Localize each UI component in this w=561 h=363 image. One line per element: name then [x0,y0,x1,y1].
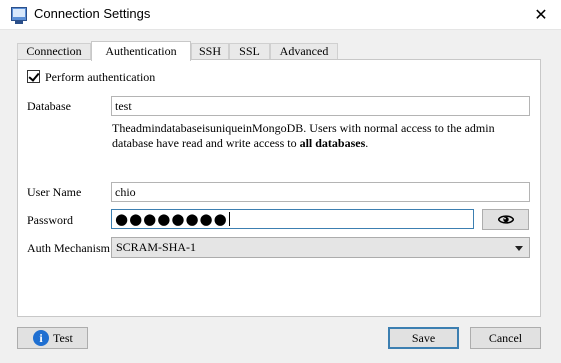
app-icon [11,7,27,21]
show-password-button[interactable] [482,209,529,230]
auth-mechanism-select[interactable]: SCRAM-SHA-1 [111,237,530,258]
eye-icon [498,215,514,224]
auth-mechanism-value: SCRAM-SHA-1 [116,240,197,254]
note-end: . [365,136,369,150]
password-input[interactable]: ●●●●●●●● [111,209,474,229]
save-button[interactable]: Save [388,327,459,349]
username-input[interactable]: chio [111,182,530,202]
tab-advanced[interactable]: Advanced [270,43,338,60]
database-input[interactable]: test [111,96,530,116]
window-title: Connection Settings [34,6,151,21]
tab-ssl[interactable]: SSL [229,43,270,60]
tab-authentication[interactable]: Authentication [91,41,191,61]
test-button-label: Test [53,331,73,345]
close-icon[interactable]: ✕ [527,2,555,28]
cancel-button[interactable]: Cancel [470,327,541,349]
info-icon: i [33,330,49,346]
database-label: Database [27,99,71,113]
tab-connection[interactable]: Connection [17,43,91,60]
perform-authentication-label[interactable]: Perform authentication [45,70,155,85]
auth-mechanism-label: Auth Mechanism [27,241,110,255]
test-button[interactable]: i Test [17,327,88,349]
app-icon-stand [15,21,23,24]
chevron-down-icon [515,246,523,251]
text-caret [228,212,230,226]
admin-database-note: TheadmindatabaseisuniqueinMongoDB. Users… [112,121,530,151]
username-label: User Name [27,185,82,199]
password-label: Password [27,213,74,227]
password-mask: ●●●●●●●● [115,210,228,228]
perform-authentication-checkbox[interactable] [27,70,40,83]
title-bar: Connection Settings ✕ [0,0,561,30]
tab-ssh[interactable]: SSH [191,43,229,60]
note-bold-text: all databases [299,136,366,150]
